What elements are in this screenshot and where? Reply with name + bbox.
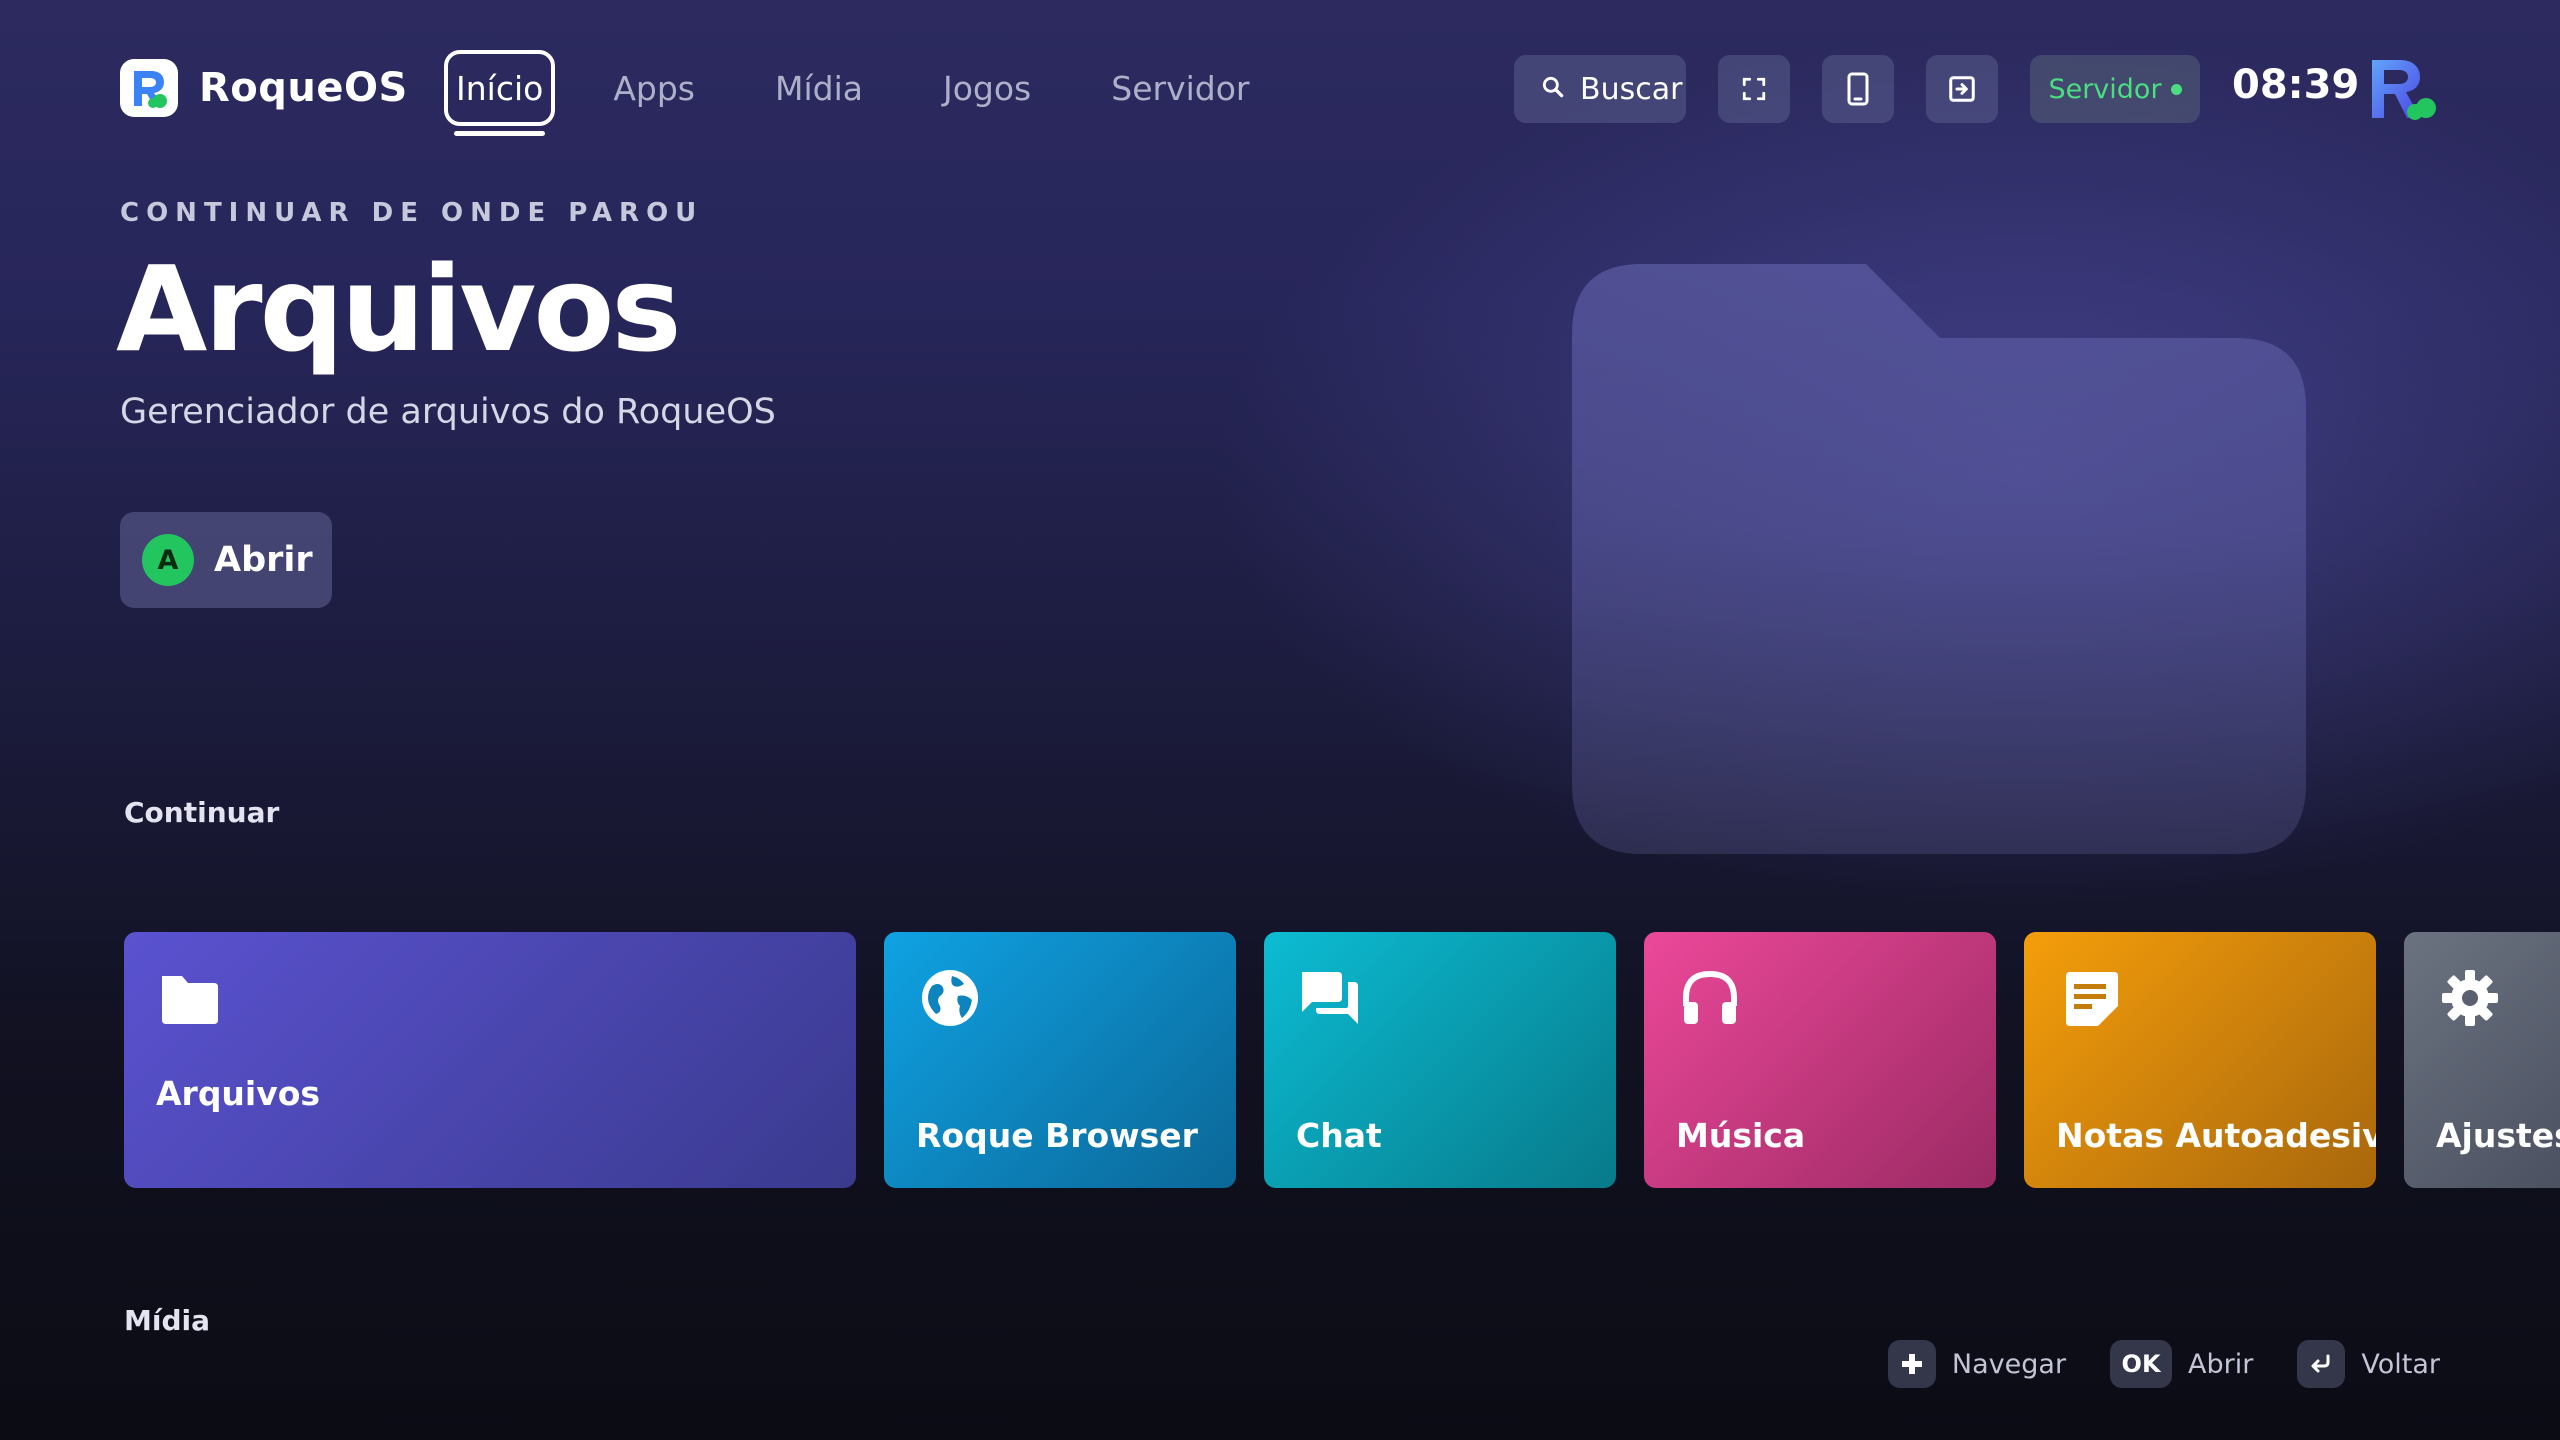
- hero-folder-icon: [1572, 264, 2306, 854]
- hero-eyebrow: CONTINUAR DE ONDE PAROU: [120, 198, 704, 228]
- tile-label: Roque Browser: [916, 1116, 1198, 1155]
- tile-arquivos[interactable]: Arquivos: [124, 932, 856, 1188]
- nav-item-jogos[interactable]: Jogos: [935, 50, 1039, 126]
- roqueos-avatar-icon: [2372, 60, 2436, 120]
- tile-notas-autoadesivas[interactable]: Notas Autoadesivas: [2024, 932, 2376, 1188]
- nav-item-midia[interactable]: Mídia: [767, 50, 871, 126]
- open-button-label: Abrir: [214, 540, 313, 580]
- hint-navegar: Navegar: [1887, 1340, 2067, 1388]
- main-nav: Início Apps Mídia Jogos Servidor: [444, 50, 1321, 136]
- dpad-icon: [1887, 1340, 1936, 1388]
- tile-chat[interactable]: Chat: [1264, 932, 1616, 1188]
- clock: 08:39: [2232, 62, 2360, 108]
- search-icon: [1540, 74, 1566, 104]
- tile-roque-browser[interactable]: Roque Browser: [884, 932, 1236, 1188]
- hint-voltar: Voltar: [2297, 1340, 2440, 1388]
- roqueos-logo-icon: [120, 59, 178, 117]
- a-button-icon: A: [142, 534, 194, 586]
- brand-name: RoqueOS: [199, 65, 408, 111]
- hero-title: Arquivos: [116, 240, 682, 378]
- phone-button[interactable]: [1822, 55, 1894, 123]
- tile-label: Ajustes: [2436, 1116, 2560, 1155]
- search-button[interactable]: Buscar: [1514, 55, 1686, 123]
- phone-icon: [1847, 72, 1869, 106]
- controller-hints: Navegar OK Abrir Voltar: [1844, 1340, 2440, 1388]
- tile-label: Música: [1676, 1116, 1806, 1155]
- section-title-continuar: Continuar: [124, 796, 280, 829]
- server-status-dot: [2170, 83, 2182, 95]
- hint-abrir: OK Abrir: [2110, 1340, 2253, 1388]
- tile-label: Chat: [1296, 1116, 1382, 1155]
- hint-label: Voltar: [2361, 1348, 2440, 1380]
- section-title-midia: Mídia: [124, 1304, 210, 1337]
- hint-label: Abrir: [2188, 1348, 2254, 1380]
- fullscreen-icon: [1742, 77, 1766, 101]
- hint-label: Navegar: [1951, 1348, 2067, 1380]
- open-button[interactable]: A Abrir: [120, 512, 332, 608]
- sticky-note-icon: [2066, 972, 2118, 1026]
- tile-label: Notas Autoadesivas: [2056, 1116, 2376, 1155]
- nav-item-apps[interactable]: Apps: [605, 50, 703, 126]
- exit-button[interactable]: [1926, 55, 1998, 123]
- chat-icon: [1302, 972, 1358, 1024]
- server-status-label: Servidor: [2048, 73, 2162, 105]
- nav-item-servidor[interactable]: Servidor: [1103, 50, 1257, 126]
- gear-icon: [2442, 970, 2498, 1026]
- brand[interactable]: RoqueOS: [120, 59, 408, 117]
- headphones-icon: [1683, 970, 1737, 1024]
- tile-musica[interactable]: Música: [1644, 932, 1996, 1188]
- exit-icon: [1949, 76, 1975, 102]
- hero-subtitle: Gerenciador de arquivos do RoqueOS: [120, 392, 776, 432]
- folder-icon: [162, 976, 218, 1024]
- search-label: Buscar: [1580, 71, 1683, 107]
- avatar[interactable]: [2368, 58, 2438, 122]
- fullscreen-button[interactable]: [1718, 55, 1790, 123]
- server-status-button[interactable]: Servidor: [2030, 55, 2200, 123]
- globe-icon: [922, 970, 978, 1026]
- nav-item-inicio[interactable]: Início: [444, 50, 556, 136]
- tile-ajustes[interactable]: Ajustes: [2404, 932, 2560, 1188]
- back-icon: [2297, 1340, 2346, 1388]
- tile-label: Arquivos: [156, 1074, 321, 1113]
- ok-key: OK: [2110, 1340, 2173, 1388]
